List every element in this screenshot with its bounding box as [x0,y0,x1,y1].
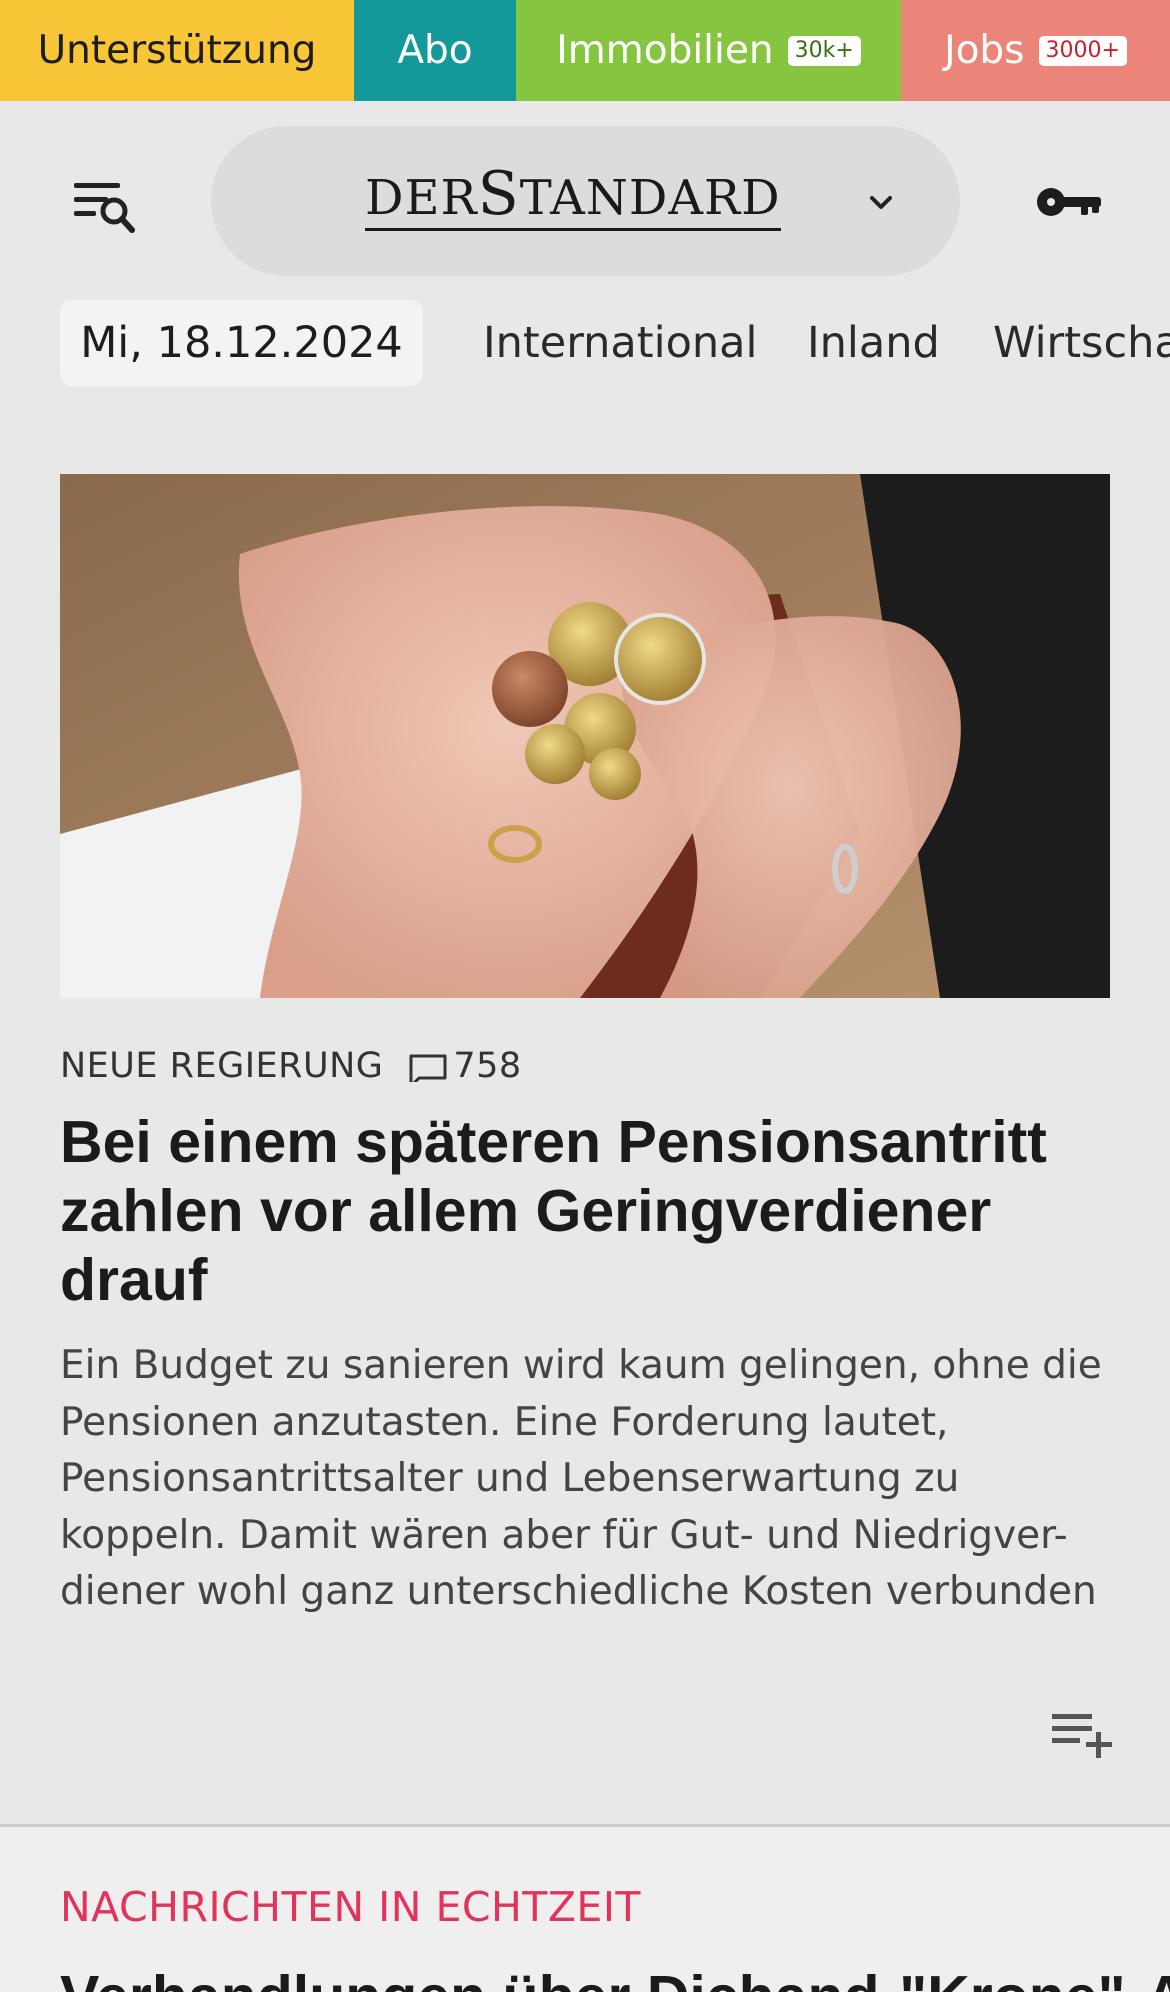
article-headline[interactable]: Bei einem späteren Pensionsantritt zahle… [60,1108,1120,1315]
count-badge: 30k+ [787,35,861,66]
live-label[interactable]: NACHRICHTEN IN ECHTZEIT [60,1883,641,1931]
article-meta: NEUE REGIERUNG 758 [60,1042,522,1090]
article-image[interactable] [60,474,1110,998]
live-section: NACHRICHTEN IN ECHTZEIT Verhandlungen üb… [0,1827,1170,1992]
logo-part: DER [365,170,478,226]
section-nav: Mi, 18.12.2024 International Inland Wirt… [0,300,1170,386]
tab-abo[interactable]: Abo [354,0,516,101]
date-chip[interactable]: Mi, 18.12.2024 [60,300,423,386]
chevron-down-icon[interactable] [866,188,896,218]
site-logo[interactable]: DERSTANDARD [365,164,781,231]
comment-count[interactable]: 758 [453,1046,521,1086]
logo-part: TANDARD [519,170,781,226]
count-badge: 3000+ [1038,35,1127,66]
tab-label: Immobilien [556,28,774,73]
tab-unterstuetzung[interactable]: Unterstützung [0,0,354,101]
article-teaser[interactable]: Ein Budget zu sanieren wird kaum gelinge… [60,1338,1130,1621]
tab-label: Abo [397,28,473,73]
site-header: DERSTANDARD [0,101,1170,301]
top-tabs: Unterstützung Abo Immobilien 30k+ Jobs 3… [0,0,1170,101]
tab-immobilien[interactable]: Immobilien 30k+ [516,0,901,101]
nav-item-inland[interactable]: Inland [807,300,940,386]
logo-part: S [477,159,520,229]
tab-label: Jobs [944,28,1025,73]
playlist-add-icon[interactable] [1050,1710,1112,1758]
comment-icon[interactable] [407,1051,449,1088]
logo-pill[interactable]: DERSTANDARD [211,126,960,276]
nav-item-wirtschaft[interactable]: Wirtschaft [993,300,1170,386]
kicker[interactable]: NEUE REGIERUNG [60,1046,383,1086]
tab-jobs[interactable]: Jobs 3000+ [901,0,1170,101]
nav-item-international[interactable]: International [483,300,757,386]
key-icon[interactable] [1035,181,1105,223]
menu-search-icon[interactable] [72,177,138,237]
tab-label: Unterstützung [37,28,317,73]
live-headline[interactable]: Verhandlungen über Dichand-"Krone"-Antei… [60,1963,1170,1992]
